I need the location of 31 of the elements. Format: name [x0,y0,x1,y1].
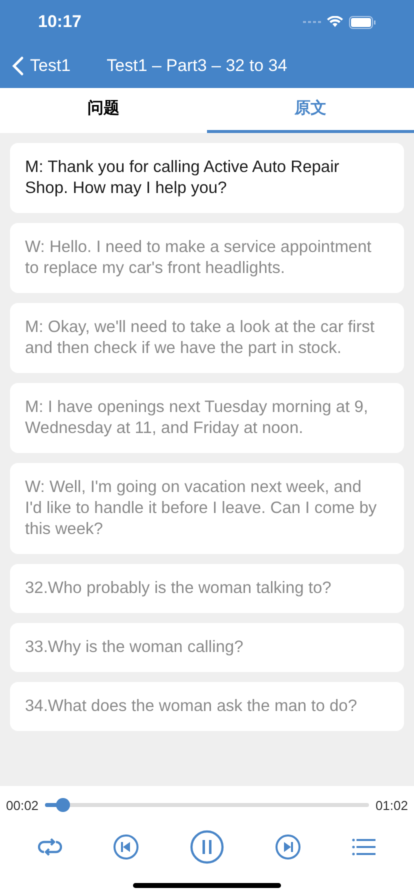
tab[interactable]: 问题 [0,88,207,133]
elapsed-time: 00:02 [6,796,39,814]
list-icon [352,838,376,856]
tab[interactable]: 原文 [207,88,414,133]
battery-icon [349,16,376,28]
pause-icon [190,830,224,864]
chevron-left-icon [12,56,24,76]
repeat-button[interactable] [38,837,62,857]
progress-slider[interactable] [44,798,370,812]
transcript-card[interactable]: W: Hello. I need to make a service appointment to replace my car's front headlights. [10,223,404,293]
skip-forward-icon [275,834,302,860]
next-button[interactable] [275,834,302,860]
transcript-card[interactable]: M: I have openings next Tuesday morning at 9, Wednesday at 11, and Friday at noon. [10,383,404,453]
signal-icon [303,19,321,25]
transcript-card[interactable]: 32.Who probably is the woman talking to? [10,564,404,613]
repeat-icon [38,837,62,857]
duration-time: 01:02 [375,796,408,814]
transcript-card[interactable]: 34.What does the woman ask the man to do? [10,682,404,731]
previous-button[interactable] [112,834,139,860]
slider-thumb[interactable] [56,798,70,812]
screen-title: Test1 – Part3 – 32 to 34 [106,55,288,78]
status-time: 10:17 [38,11,82,34]
back-button[interactable]: Test1 [12,53,71,79]
transcript-card[interactable]: 33.Why is the woman calling? [10,623,404,672]
skip-back-icon [112,834,139,860]
wifi-icon [327,16,343,28]
transcript-card[interactable]: M: Thank you for calling Active Auto Repair Shop. How may I help you? [10,143,404,213]
play-pause-button[interactable] [190,830,224,864]
playlist-button[interactable] [352,838,376,856]
transcript-card[interactable]: M: Okay, we'll need to take a look at the car first and then check if we have the part in stock. [10,303,404,373]
transcript-card[interactable]: W: Well, I'm going on vacation next week, and I'd like to handle it before I leave. Can I come by this week? [10,463,404,554]
